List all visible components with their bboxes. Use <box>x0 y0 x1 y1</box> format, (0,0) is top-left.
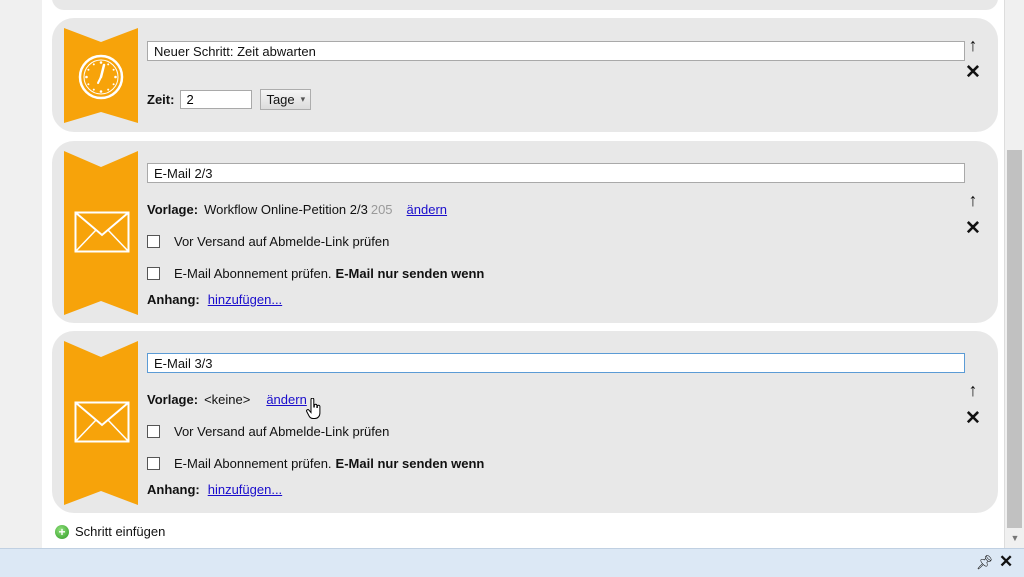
left-gutter <box>0 0 43 548</box>
scrollbar-thumb[interactable] <box>1007 150 1022 528</box>
checkbox-row-unsubscribe: Vor Versand auf Abmelde-Link prüfen <box>147 424 389 439</box>
zeit-value-input[interactable] <box>180 90 253 109</box>
anhang-label: Anhang: <box>147 482 200 497</box>
step-banner <box>64 341 138 505</box>
bottom-panel-bar: 📌︎ ✕ <box>0 548 1024 577</box>
zeit-row: Zeit: Tage ▾ <box>147 89 312 110</box>
add-attachment-link[interactable]: hinzufügen... <box>208 292 282 307</box>
vorlage-id: 205 <box>370 202 393 217</box>
vorlage-row: Vorlage: <keine> ändern <box>147 392 307 407</box>
anhang-row: Anhang: hinzufügen... <box>147 482 282 497</box>
step-card-email-3: Vorlage: <keine> ändern Vor Versand auf … <box>52 331 998 513</box>
step-title-input[interactable] <box>147 163 965 183</box>
checkbox-label: E-Mail Abonnement prüfen. <box>174 266 332 281</box>
vorlage-row: Vorlage: Workflow Online-Petition 2/3 20… <box>147 202 447 217</box>
hand-cursor-icon <box>306 398 321 419</box>
time-unit-value: Tage <box>266 92 295 107</box>
step-card-wait: Zeit: Tage ▾ ↑ ✕ <box>52 18 998 132</box>
checkbox-row-subscription: E-Mail Abonnement prüfen. E-Mail nur sen… <box>147 266 484 281</box>
add-attachment-link[interactable]: hinzufügen... <box>208 482 282 497</box>
envelope-icon <box>74 211 130 253</box>
move-up-button[interactable]: ↑ <box>964 381 982 399</box>
vorlage-value: Workflow Online-Petition 2/3 <box>204 202 368 217</box>
vorlage-label: Vorlage: <box>147 392 199 407</box>
move-up-button[interactable]: ↑ <box>964 191 982 209</box>
subscription-check-checkbox[interactable] <box>147 457 160 470</box>
checkbox-label-bold: E-Mail nur senden wenn <box>335 266 485 281</box>
unsubscribe-check-checkbox[interactable] <box>147 235 160 248</box>
chevron-down-icon: ▾ <box>300 94 306 104</box>
previous-step-card <box>52 0 998 10</box>
change-template-link[interactable]: ändern <box>407 202 447 217</box>
vorlage-value: <keine> <box>204 392 251 407</box>
step-card-email-2: Vorlage: Workflow Online-Petition 2/3 20… <box>52 141 998 323</box>
step-banner <box>64 28 138 123</box>
change-template-link[interactable]: ändern <box>266 392 306 407</box>
envelope-icon <box>74 401 130 443</box>
checkbox-label: Vor Versand auf Abmelde-Link prüfen <box>174 234 390 249</box>
anhang-row: Anhang: hinzufügen... <box>147 292 282 307</box>
move-up-button[interactable]: ↑ <box>964 36 982 54</box>
zeit-label: Zeit: <box>147 92 175 107</box>
checkbox-row-subscription: E-Mail Abonnement prüfen. E-Mail nur sen… <box>147 456 484 471</box>
step-banner <box>64 151 138 315</box>
checkbox-label: Vor Versand auf Abmelde-Link prüfen <box>174 424 390 439</box>
step-title-input[interactable] <box>147 353 965 373</box>
add-icon: + <box>55 524 69 539</box>
anhang-label: Anhang: <box>147 292 200 307</box>
close-icon[interactable]: ✕ <box>999 552 1013 572</box>
vertical-scrollbar[interactable]: ▼ <box>1004 0 1024 548</box>
time-unit-select[interactable]: Tage ▾ <box>260 89 312 110</box>
checkbox-label: E-Mail Abonnement prüfen. <box>174 456 332 471</box>
pin-icon[interactable]: 📌︎ <box>976 554 994 571</box>
add-step-label: Schritt einfügen <box>75 524 166 539</box>
unsubscribe-check-checkbox[interactable] <box>147 425 160 438</box>
delete-step-button[interactable]: ✕ <box>964 63 982 82</box>
add-step-button[interactable]: + Schritt einfügen <box>55 524 165 539</box>
scroll-down-arrow-icon[interactable]: ▼ <box>1005 530 1024 546</box>
clock-icon <box>78 54 124 100</box>
checkbox-label-bold: E-Mail nur senden wenn <box>335 456 485 471</box>
step-title-input[interactable] <box>147 41 965 61</box>
delete-step-button[interactable]: ✕ <box>964 409 982 428</box>
checkbox-row-unsubscribe: Vor Versand auf Abmelde-Link prüfen <box>147 234 389 249</box>
delete-step-button[interactable]: ✕ <box>964 219 982 238</box>
vorlage-label: Vorlage: <box>147 202 199 217</box>
subscription-check-checkbox[interactable] <box>147 267 160 280</box>
workflow-steps-panel: Zeit: Tage ▾ ↑ ✕ Vorlage: Workflow Onlin… <box>42 0 1004 548</box>
